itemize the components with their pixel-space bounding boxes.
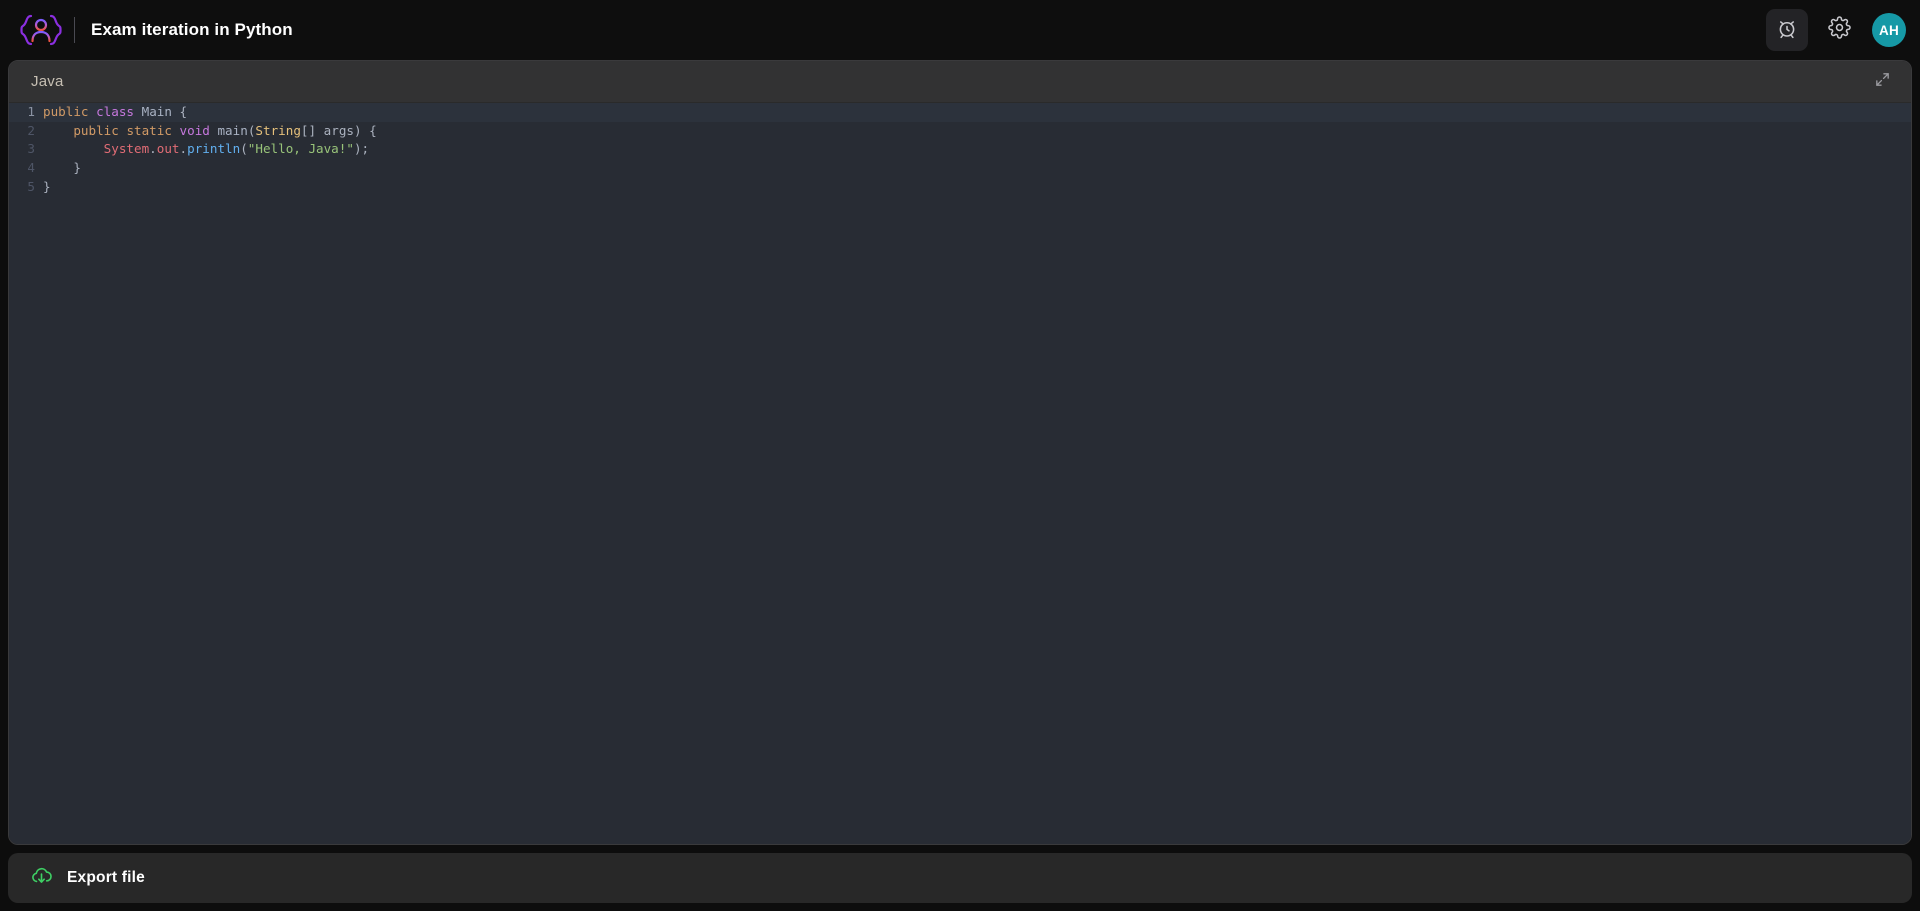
avatar[interactable]: AH — [1872, 13, 1906, 47]
code-token: String — [255, 122, 301, 138]
code-token: } — [43, 178, 51, 194]
code-editor-content[interactable]: 1 public class Main {2 public static void… — [9, 103, 1911, 844]
gear-icon — [1827, 16, 1851, 44]
page-title: Exam iteration in Python — [91, 20, 293, 39]
code-token: out — [156, 141, 180, 157]
code-line[interactable]: 5} — [9, 178, 1911, 197]
expand-diagonal-icon — [1874, 71, 1891, 93]
line-number: 1 — [27, 104, 35, 119]
code-token: ( — [240, 141, 248, 157]
cloud-download-icon — [30, 864, 53, 892]
code-token: ); — [353, 141, 370, 157]
code-token: [] args) { — [300, 122, 377, 138]
export-file-button[interactable]: Export file — [8, 853, 1912, 903]
topbar-actions: AH — [1766, 9, 1906, 51]
code-token: } — [43, 160, 81, 176]
code-token: class — [96, 104, 135, 119]
code-line-text: } — [35, 159, 81, 178]
export-file-label: Export file — [67, 869, 145, 886]
line-number: 4 — [27, 160, 35, 176]
code-token: System — [103, 141, 150, 157]
code-token: Main — [141, 104, 172, 119]
code-line-text: public static void main(String[] args) { — [35, 122, 377, 141]
code-line-text: } — [35, 178, 51, 197]
main-stage: Java 1 public class Main {2 public static… — [0, 60, 1920, 911]
code-line[interactable]: 2 public static void main(String[] args)… — [9, 122, 1911, 141]
brand[interactable]: Exam iteration in Python — [14, 8, 293, 52]
code-token: public — [43, 104, 89, 119]
editor-language-label: Java — [31, 73, 64, 90]
code-token: "Hello, Java!" — [247, 141, 354, 157]
line-number: 2 — [27, 122, 35, 138]
code-line[interactable]: 3 System.out.println("Hello, Java!"); — [9, 140, 1911, 159]
braces-person-logo-icon — [14, 8, 68, 52]
timer-button[interactable] — [1766, 9, 1808, 51]
code-token: void — [179, 122, 210, 138]
alarm-clock-icon — [1776, 17, 1798, 44]
code-editor-panel: Java 1 public class Main {2 public static… — [8, 60, 1912, 845]
line-number: 3 — [27, 141, 35, 157]
code-line-text: System.out.println("Hello, Java!"); — [35, 140, 369, 159]
code-token: . — [149, 141, 157, 157]
code-token: println — [187, 141, 241, 157]
code-token: public — [73, 122, 119, 138]
code-line[interactable]: 4 } — [9, 159, 1911, 178]
code-token: { — [171, 104, 188, 119]
brand-divider — [74, 17, 75, 43]
code-line-text: public class Main { — [35, 103, 187, 122]
line-number: 5 — [27, 178, 35, 194]
code-line[interactable]: 1 public class Main { — [9, 103, 1911, 122]
code-token: . — [179, 141, 188, 157]
code-token: static — [126, 122, 172, 138]
code-token: main — [217, 122, 248, 138]
top-bar: Exam iteration in Python AH — [0, 0, 1920, 60]
editor-header: Java — [9, 61, 1911, 103]
expand-editor-button[interactable] — [1869, 69, 1895, 95]
settings-button[interactable] — [1818, 9, 1860, 51]
